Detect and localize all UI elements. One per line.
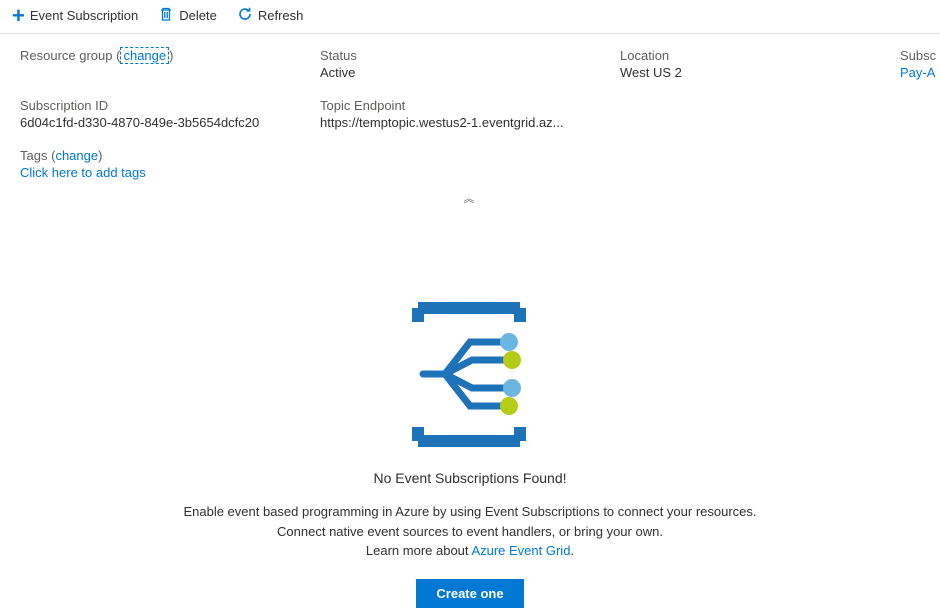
delete-label: Delete bbox=[179, 8, 217, 23]
status-field: Status Active bbox=[320, 48, 620, 80]
subscription-id-label: Subscription ID bbox=[20, 98, 320, 113]
empty-desc-line2: Connect native event sources to event ha… bbox=[183, 522, 756, 542]
subscription-right-value[interactable]: Pay-A bbox=[900, 65, 936, 80]
topic-endpoint-value: https://temptopic.westus2-1.eventgrid.az… bbox=[320, 115, 620, 130]
resource-group-label-text: Resource group bbox=[20, 48, 113, 63]
subscription-id-field: Subscription ID 6d04c1fd-d330-4870-849e-… bbox=[20, 98, 320, 130]
collapse-essentials-button[interactable]: ︽ bbox=[0, 188, 940, 212]
chevron-up-icon: ︽ bbox=[464, 193, 477, 205]
empty-state-title: No Event Subscriptions Found! bbox=[374, 470, 567, 486]
tags-label-text: Tags bbox=[20, 148, 47, 163]
resource-group-field: Resource group (change) bbox=[20, 48, 320, 80]
tags-change-link[interactable]: change bbox=[55, 148, 98, 163]
status-label: Status bbox=[320, 48, 620, 63]
delete-button[interactable]: Delete bbox=[158, 6, 217, 25]
subscription-right-label: Subsc bbox=[900, 48, 936, 63]
empty-desc-line1: Enable event based programming in Azure … bbox=[183, 502, 756, 522]
tags-field: Tags (change) Click here to add tags bbox=[20, 148, 920, 180]
location-field: Location West US 2 bbox=[620, 48, 900, 80]
subscription-id-value: 6d04c1fd-d330-4870-849e-3b5654dcfc20 bbox=[20, 115, 320, 130]
command-bar: + Event Subscription Delete Refresh bbox=[0, 0, 940, 34]
refresh-label: Refresh bbox=[258, 8, 304, 23]
add-tags-link[interactable]: Click here to add tags bbox=[20, 165, 920, 180]
empty-desc-prefix: Learn more about bbox=[366, 543, 472, 558]
status-value: Active bbox=[320, 65, 620, 80]
event-subscription-button[interactable]: + Event Subscription bbox=[12, 8, 138, 23]
location-value: West US 2 bbox=[620, 65, 900, 80]
topic-endpoint-label: Topic Endpoint bbox=[320, 98, 620, 113]
empty-state-description: Enable event based programming in Azure … bbox=[183, 502, 756, 561]
resource-group-label: Resource group (change) bbox=[20, 48, 320, 63]
resource-group-change-link[interactable]: change bbox=[120, 47, 169, 64]
empty-state: No Event Subscriptions Found! Enable eve… bbox=[0, 212, 940, 608]
refresh-icon bbox=[237, 6, 253, 25]
delete-icon bbox=[158, 6, 174, 25]
empty-desc-line3: Learn more about Azure Event Grid. bbox=[183, 541, 756, 561]
event-grid-icon bbox=[390, 302, 550, 450]
topic-endpoint-field: Topic Endpoint https://temptopic.westus2… bbox=[320, 98, 620, 130]
subscription-right-field: Subsc Pay-A bbox=[900, 48, 936, 80]
refresh-button[interactable]: Refresh bbox=[237, 6, 304, 25]
plus-icon: + bbox=[12, 9, 25, 23]
create-one-button[interactable]: Create one bbox=[416, 579, 523, 608]
location-label: Location bbox=[620, 48, 900, 63]
event-subscription-label: Event Subscription bbox=[30, 8, 138, 23]
empty-desc-suffix: . bbox=[570, 543, 574, 558]
azure-event-grid-link[interactable]: Azure Event Grid bbox=[471, 543, 570, 558]
essentials-panel: Resource group (change) Status Active Lo… bbox=[0, 34, 940, 188]
tags-label: Tags (change) bbox=[20, 148, 920, 163]
